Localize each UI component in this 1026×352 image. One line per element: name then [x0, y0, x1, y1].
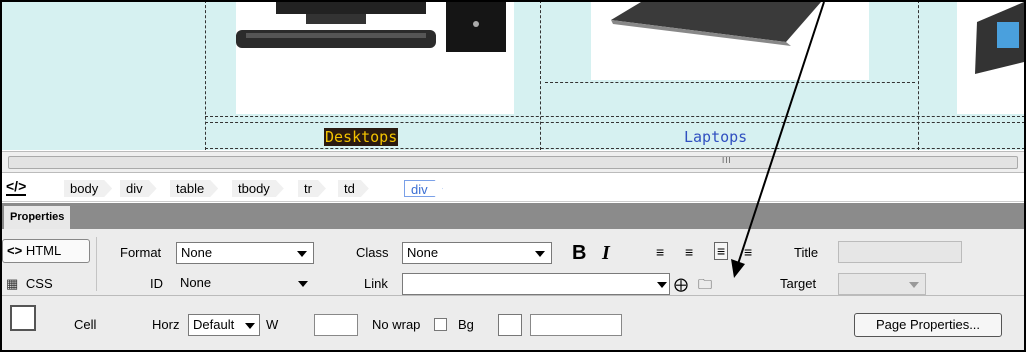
crumb-div-selected[interactable]: div — [404, 180, 443, 197]
bg-color-field[interactable] — [530, 314, 622, 336]
horz-value: Default — [193, 317, 235, 332]
nowrap-checkbox[interactable] — [434, 318, 447, 331]
chevron-down-icon — [535, 251, 545, 257]
horz-select[interactable]: Default — [188, 314, 260, 336]
design-view[interactable]: Desktops Laptops — [2, 2, 1024, 150]
html-button[interactable]: <> HTML — [2, 239, 90, 263]
cell-icon — [10, 305, 36, 331]
crumb-td[interactable]: td — [338, 180, 369, 197]
laptop-image — [591, 2, 869, 80]
link-label: Link — [364, 276, 388, 291]
html-icon: <> — [7, 243, 23, 258]
scrollbar-thumb[interactable] — [8, 156, 1018, 169]
nowrap-label: No wrap — [372, 317, 421, 332]
html-button-label: HTML — [25, 243, 62, 258]
desktop-computer-icon — [236, 2, 506, 52]
ordered-list-icon[interactable]: ≡ — [685, 244, 693, 260]
chevron-down-icon — [657, 282, 667, 288]
panel-divider — [2, 295, 1024, 296]
class-select[interactable]: None — [402, 242, 552, 264]
css-button[interactable]: ▦ CSS — [2, 273, 90, 297]
tab-properties[interactable]: Properties — [4, 206, 71, 229]
bg-color-picker[interactable] — [498, 314, 522, 336]
properties-panel: <> HTML ▦ CSS Format None ID None Class … — [2, 229, 1024, 350]
italic-button[interactable]: I — [602, 242, 610, 264]
crumb-table[interactable]: table — [170, 180, 218, 197]
cell-border — [205, 116, 1024, 118]
chevron-down-icon — [298, 281, 308, 287]
chevron-down-icon — [245, 323, 255, 329]
crumb-div[interactable]: div — [120, 180, 157, 197]
cell-border — [205, 148, 1024, 150]
cell-border — [545, 82, 915, 118]
cell-border — [205, 122, 1024, 124]
class-label: Class — [356, 245, 389, 260]
tablet-image — [957, 2, 1024, 114]
link-field[interactable] — [402, 273, 670, 295]
horizontal-scrollbar[interactable]: III — [2, 151, 1024, 173]
crumb-tbody[interactable]: tbody — [232, 180, 284, 197]
page-properties-button[interactable]: Page Properties... — [854, 313, 1002, 337]
horz-label: Horz — [152, 317, 180, 332]
format-select[interactable]: None — [176, 242, 314, 264]
chevron-down-icon — [909, 282, 919, 288]
indent-icon[interactable]: ≡ — [744, 244, 752, 260]
id-select[interactable]: None — [176, 273, 314, 295]
css-icon: ▦ — [6, 276, 19, 291]
css-button-label: CSS — [25, 276, 53, 291]
width-label: W — [266, 317, 279, 332]
cell-border — [205, 2, 207, 150]
title-label: Title — [794, 245, 819, 260]
browse-folder-icon[interactable]: 🗀 — [698, 276, 712, 292]
laptops-label[interactable]: Laptops — [684, 128, 747, 146]
tablet-icon — [975, 2, 1024, 74]
side-divider — [96, 237, 97, 291]
properties-header: Properties — [2, 203, 1024, 229]
target-select[interactable] — [838, 273, 926, 295]
bg-label: Bg — [458, 317, 474, 332]
desktop-image — [236, 2, 514, 114]
cell-label: Cell — [74, 317, 97, 332]
desktops-label[interactable]: Desktops — [324, 128, 399, 146]
outdent-icon[interactable]: ≡ — [714, 242, 729, 260]
id-value: None — [180, 275, 212, 290]
chevron-down-icon — [297, 251, 307, 257]
laptop-icon — [611, 2, 821, 46]
id-label: ID — [150, 276, 163, 291]
unordered-list-icon[interactable]: ≡ — [656, 244, 664, 260]
cell-border — [918, 2, 920, 150]
dreamweaver-window: Desktops Laptops III </> body div table … — [0, 0, 1026, 352]
format-label: Format — [120, 245, 162, 260]
cell-border — [540, 2, 542, 150]
point-to-file-icon[interactable]: ⨁ — [674, 276, 688, 292]
scrollbar-grip: III — [722, 156, 732, 165]
crumb-body[interactable]: body — [64, 180, 112, 197]
width-field[interactable] — [314, 314, 358, 336]
code-view-icon[interactable]: </> — [6, 178, 27, 196]
target-label: Target — [780, 276, 817, 291]
bold-button[interactable]: B — [572, 242, 586, 264]
tag-selector: </> body div table tbody tr td div — [2, 174, 1024, 202]
format-value: None — [181, 245, 213, 260]
title-field[interactable] — [838, 241, 962, 263]
class-value: None — [407, 245, 439, 260]
crumb-tr[interactable]: tr — [298, 180, 326, 197]
